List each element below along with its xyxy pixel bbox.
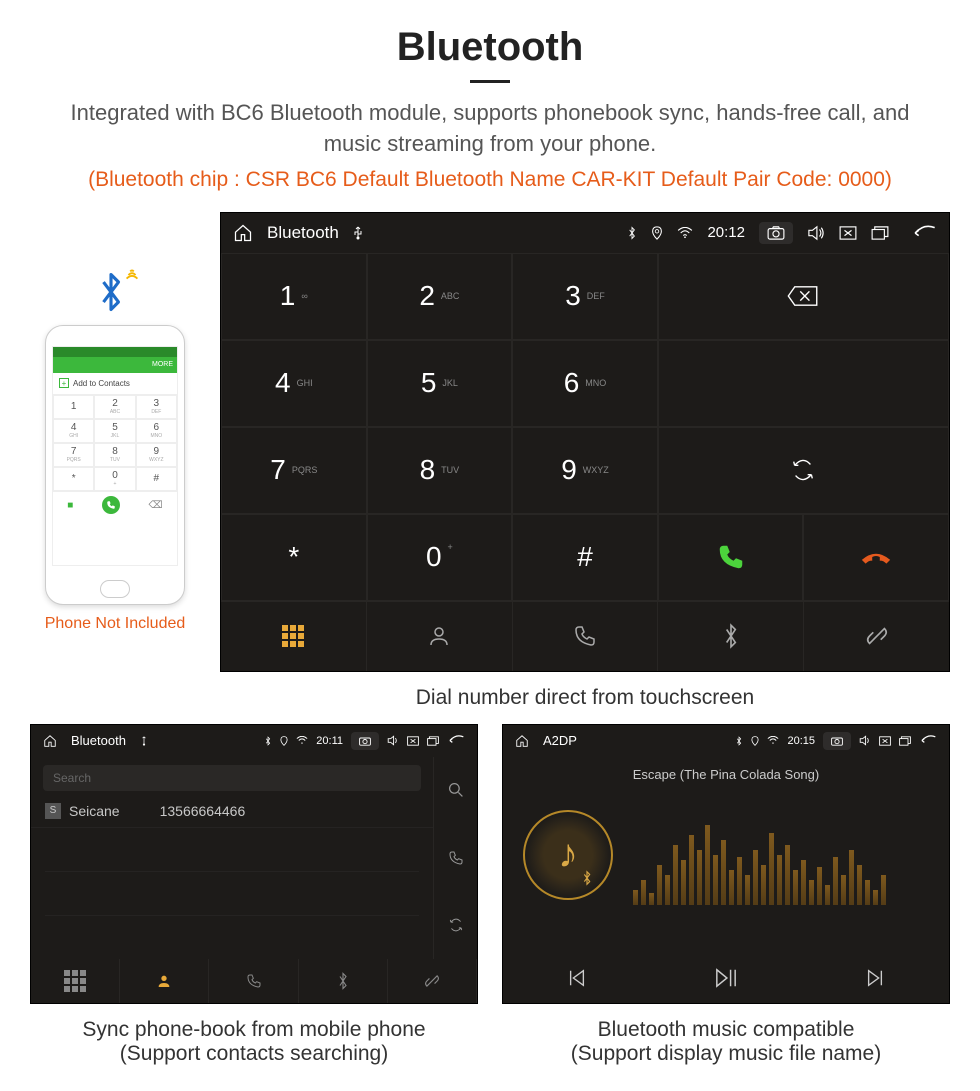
close-app-icon[interactable] — [839, 226, 857, 240]
page-title: Bluetooth — [0, 25, 980, 70]
delete-icon: ⌫ — [149, 500, 163, 511]
recent-apps-icon[interactable] — [899, 736, 911, 746]
refresh-icon[interactable] — [448, 917, 464, 933]
key-1[interactable]: 1∞ — [221, 253, 367, 340]
bluetooth-spec: (Bluetooth chip : CSR BC6 Default Blueto… — [0, 168, 980, 192]
key-hash[interactable]: # — [512, 514, 658, 601]
next-track-button[interactable] — [865, 968, 885, 988]
empty-key — [658, 340, 949, 427]
phone-mockup: MORE +Add to Contacts 1 2ABC 3DEF 4GHI 5… — [45, 325, 185, 605]
wifi-wave-icon — [123, 266, 141, 284]
tab-dialpad[interactable] — [221, 602, 367, 671]
key-5[interactable]: 5JKL — [367, 340, 513, 427]
visualizer — [613, 805, 949, 905]
location-icon — [751, 736, 759, 746]
usb-icon — [353, 226, 363, 240]
video-icon: ■ — [67, 500, 73, 511]
tab-bluetooth[interactable] — [658, 602, 804, 671]
home-icon[interactable] — [515, 734, 529, 748]
contact-badge: S — [45, 803, 61, 819]
contact-name: Seicane — [69, 803, 120, 819]
contacts-caption-2: (Support contacts searching) — [30, 1042, 478, 1066]
phone-more-label: MORE — [152, 361, 173, 368]
search-input[interactable]: Search — [43, 765, 421, 791]
home-icon[interactable] — [233, 223, 253, 243]
key-8[interactable]: 8TUV — [367, 427, 513, 514]
back-icon[interactable] — [919, 735, 937, 746]
contact-row[interactable]: S Seicane 13566664466 — [31, 795, 433, 828]
call-button[interactable] — [658, 514, 804, 601]
close-app-icon[interactable] — [407, 736, 419, 746]
album-art-icon: ♪ — [523, 810, 613, 900]
camera-icon[interactable] — [351, 732, 379, 750]
play-pause-button[interactable] — [714, 967, 738, 989]
key-6[interactable]: 6MNO — [512, 340, 658, 427]
camera-icon[interactable] — [823, 732, 851, 750]
recent-apps-icon[interactable] — [427, 736, 439, 746]
volume-icon[interactable] — [387, 735, 399, 746]
tab-dialpad[interactable] — [31, 959, 120, 1003]
recent-apps-icon[interactable] — [871, 226, 889, 240]
bluetooth-status-icon — [627, 226, 637, 240]
wifi-icon — [677, 227, 693, 239]
contacts-screenshot: Bluetooth 20:11 Search — [30, 724, 478, 1004]
music-caption-2: (Support display music file name) — [502, 1042, 950, 1066]
title-underline — [470, 80, 510, 83]
volume-icon[interactable] — [859, 735, 871, 746]
clock-time: 20:12 — [707, 224, 745, 241]
location-icon — [280, 736, 288, 746]
contact-number: 13566664466 — [160, 803, 246, 819]
back-icon[interactable] — [447, 735, 465, 746]
contacts-caption-1: Sync phone-book from mobile phone — [82, 1018, 425, 1041]
location-icon — [651, 226, 663, 240]
home-icon[interactable] — [43, 734, 57, 748]
song-title: Escape (The Pina Colada Song) — [503, 767, 949, 782]
key-9[interactable]: 9WXYZ — [512, 427, 658, 514]
phone-caption: Phone Not Included — [30, 615, 200, 633]
app-title: Bluetooth — [267, 223, 339, 243]
key-4[interactable]: 4GHI — [221, 340, 367, 427]
back-icon[interactable] — [911, 225, 937, 241]
music-caption-1: Bluetooth music compatible — [598, 1018, 855, 1041]
switch-key[interactable] — [658, 427, 949, 514]
camera-icon[interactable] — [759, 222, 793, 244]
tab-link[interactable] — [804, 602, 949, 671]
bluetooth-decorative-icon — [95, 272, 135, 312]
usb-icon — [140, 736, 148, 746]
phone-call-button — [102, 496, 120, 514]
tab-history[interactable] — [513, 602, 659, 671]
search-icon[interactable] — [448, 782, 464, 798]
prev-track-button[interactable] — [567, 968, 587, 988]
phone-icon[interactable] — [448, 850, 464, 866]
tab-bluetooth[interactable] — [299, 959, 388, 1003]
hangup-button[interactable] — [803, 514, 949, 601]
main-caption: Dial number direct from touchscreen — [0, 672, 980, 724]
dialer-screenshot: Bluetooth 20:12 1∞ 2ABC 3DEF 4GHI 5J — [220, 212, 950, 672]
bluetooth-overlay-icon — [581, 870, 593, 886]
key-7[interactable]: 7PQRS — [221, 427, 367, 514]
wifi-icon — [296, 736, 308, 745]
tab-link[interactable] — [388, 959, 477, 1003]
key-2[interactable]: 2ABC — [367, 253, 513, 340]
music-screenshot: A2DP 20:15 Escape (The Pina Colada Song) — [502, 724, 950, 1004]
bluetooth-status-icon — [735, 736, 743, 746]
header-description: Integrated with BC6 Bluetooth module, su… — [0, 98, 980, 160]
tab-contacts[interactable] — [120, 959, 209, 1003]
key-star[interactable]: * — [221, 514, 367, 601]
key-3[interactable]: 3DEF — [512, 253, 658, 340]
add-contacts-label: Add to Contacts — [73, 379, 130, 388]
close-app-icon[interactable] — [879, 736, 891, 746]
wifi-icon — [767, 736, 779, 745]
tab-contacts[interactable] — [367, 602, 513, 671]
key-0[interactable]: 0+ — [367, 514, 513, 601]
backspace-key[interactable] — [658, 253, 949, 340]
tab-history[interactable] — [209, 959, 298, 1003]
bluetooth-status-icon — [264, 736, 272, 746]
volume-icon[interactable] — [807, 225, 825, 241]
